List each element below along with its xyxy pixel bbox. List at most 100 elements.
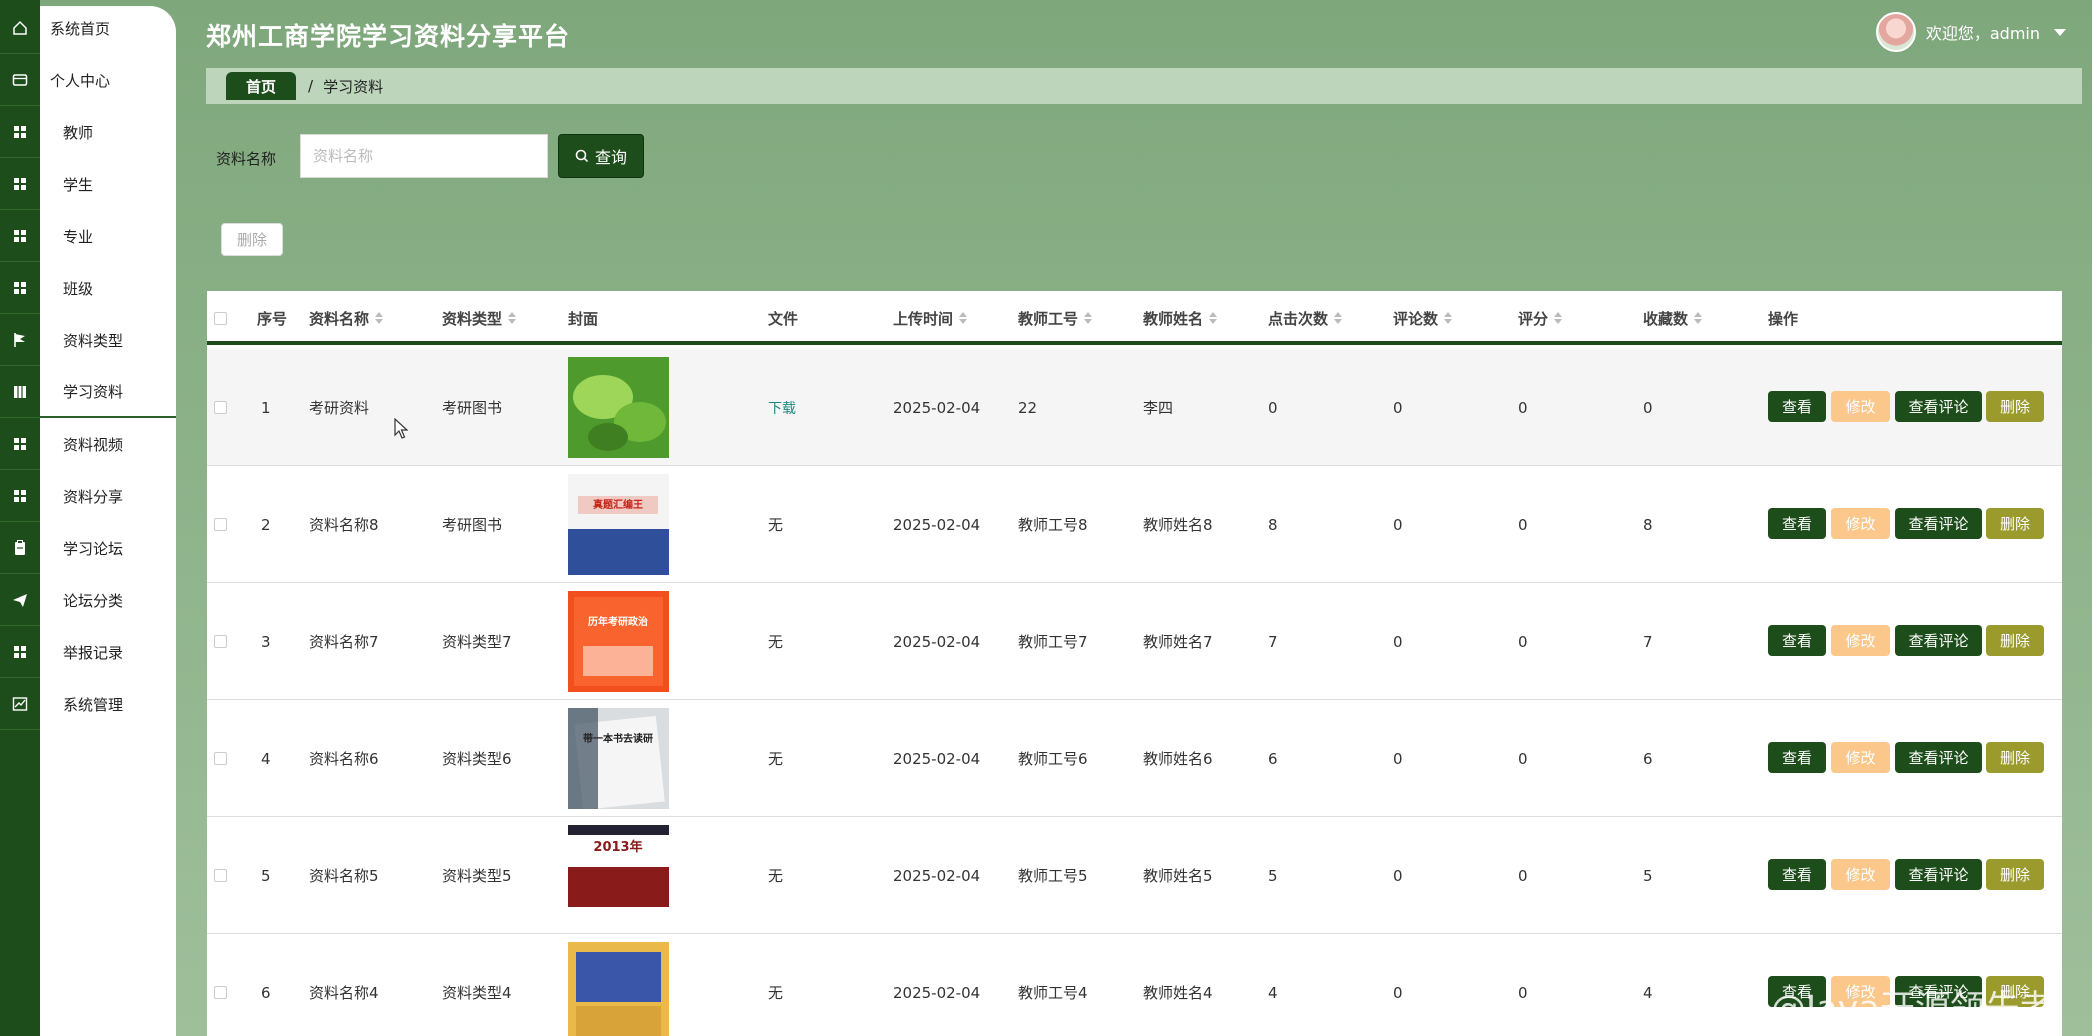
column-header[interactable]: 教师姓名 xyxy=(1143,291,1218,345)
sort-icon[interactable] xyxy=(1554,312,1563,324)
rail-item-7[interactable] xyxy=(0,366,40,418)
view-comments-button[interactable]: 查看评论 xyxy=(1895,508,1982,539)
row-checkbox[interactable] xyxy=(214,349,227,466)
sidebar-item-0[interactable]: 系统首页 xyxy=(40,2,176,54)
rail-item-10[interactable] xyxy=(0,522,40,574)
row-checkbox[interactable] xyxy=(214,817,227,934)
column-header[interactable]: 资料名称 xyxy=(309,291,384,345)
rail-item-11[interactable] xyxy=(0,574,40,626)
cover-image[interactable]: 带一本书去读研 xyxy=(568,708,669,809)
sidebar-item-9[interactable]: 资料分享 xyxy=(40,470,176,522)
view-comments-button[interactable]: 查看评论 xyxy=(1895,859,1982,890)
download-link[interactable]: 下载 xyxy=(768,349,796,466)
breadcrumb-home[interactable]: 首页 xyxy=(226,72,297,100)
checkbox-box[interactable] xyxy=(214,635,227,648)
column-header[interactable]: 评分 xyxy=(1518,291,1563,345)
view-button[interactable]: 查看 xyxy=(1768,625,1826,656)
delete-button[interactable]: 删除 xyxy=(1986,625,2044,656)
batch-delete-button[interactable]: 删除 xyxy=(221,223,283,256)
table-row[interactable]: 4 资料名称6 资料类型6 带一本书去读研无 2025-02-04 教师工号6 教师姓名6 6… xyxy=(207,700,2062,817)
rail-item-5[interactable] xyxy=(0,262,40,314)
checkbox-box[interactable] xyxy=(214,518,227,531)
sidebar-item-2[interactable]: 教师 xyxy=(40,106,176,158)
rail-item-1[interactable] xyxy=(0,54,40,106)
cell-comments: 0 xyxy=(1393,866,1403,885)
rail-item-13[interactable] xyxy=(0,678,40,730)
checkbox-box[interactable] xyxy=(214,401,227,414)
sort-icon[interactable] xyxy=(1084,312,1093,324)
view-button[interactable]: 查看 xyxy=(1768,859,1826,890)
delete-button[interactable]: 删除 xyxy=(1986,391,2044,422)
view-button[interactable]: 查看 xyxy=(1768,391,1826,422)
checkbox-box[interactable] xyxy=(214,986,227,999)
sidebar-item-11[interactable]: 论坛分类 xyxy=(40,574,176,626)
checkbox-box[interactable] xyxy=(214,869,227,882)
rail-item-3[interactable] xyxy=(0,158,40,210)
rail-item-9[interactable] xyxy=(0,470,40,522)
delete-button[interactable]: 删除 xyxy=(1986,859,2044,890)
cover-image[interactable]: 2013年 xyxy=(568,825,669,926)
sidebar-item-3[interactable]: 学生 xyxy=(40,158,176,210)
sort-icon[interactable] xyxy=(508,312,517,324)
column-header[interactable]: 收藏数 xyxy=(1643,291,1703,345)
search-button[interactable]: 查询 xyxy=(558,134,644,178)
view-button[interactable]: 查看 xyxy=(1768,508,1826,539)
edit-button[interactable]: 修改 xyxy=(1831,625,1890,656)
row-checkbox[interactable] xyxy=(214,700,227,817)
sidebar-item-7[interactable]: 学习资料 xyxy=(40,366,176,418)
sidebar-item-12[interactable]: 举报记录 xyxy=(40,626,176,678)
view-comments-button[interactable]: 查看评论 xyxy=(1895,742,1982,773)
rail-item-4[interactable] xyxy=(0,210,40,262)
sort-icon[interactable] xyxy=(375,312,384,324)
column-header[interactable]: 资料类型 xyxy=(442,291,517,345)
rail-item-0[interactable] xyxy=(0,2,40,54)
rail-item-2[interactable] xyxy=(0,106,40,158)
cover-image[interactable]: 真题汇编王 xyxy=(568,474,669,575)
edit-button[interactable]: 修改 xyxy=(1831,391,1890,422)
row-checkbox[interactable] xyxy=(214,934,227,1036)
sort-icon[interactable] xyxy=(1444,312,1453,324)
checkbox-box[interactable] xyxy=(214,311,227,325)
edit-button[interactable]: 修改 xyxy=(1831,508,1890,539)
sort-icon[interactable] xyxy=(1209,312,1218,324)
column-header[interactable]: 教师工号 xyxy=(1018,291,1093,345)
column-header[interactable]: 评论数 xyxy=(1393,291,1453,345)
sidebar-item-8[interactable]: 资料视频 xyxy=(40,418,176,470)
cover-image[interactable] xyxy=(568,942,669,1036)
edit-button[interactable]: 修改 xyxy=(1831,742,1890,773)
delete-button[interactable]: 删除 xyxy=(1986,508,2044,539)
edit-button[interactable]: 修改 xyxy=(1831,859,1890,890)
column-header[interactable]: 上传时间 xyxy=(893,291,968,345)
rail-item-8[interactable] xyxy=(0,418,40,470)
row-checkbox[interactable] xyxy=(214,583,227,700)
column-header[interactable]: 点击次数 xyxy=(1268,291,1343,345)
chevron-down-icon[interactable] xyxy=(2054,28,2066,36)
sidebar-item-1[interactable]: 个人中心 xyxy=(40,54,176,106)
view-comments-button[interactable]: 查看评论 xyxy=(1895,391,1982,422)
checkbox-box[interactable] xyxy=(214,752,227,765)
rail-item-12[interactable] xyxy=(0,626,40,678)
search-input[interactable] xyxy=(300,134,548,178)
sidebar-item-4[interactable]: 专业 xyxy=(40,210,176,262)
delete-button[interactable]: 删除 xyxy=(1986,742,2044,773)
sidebar-item-13[interactable]: 系统管理 xyxy=(40,678,176,730)
table-row[interactable]: 5 资料名称5 资料类型5 2013年无 2025-02-04 教师工号5 教师姓名5 5 0 0… xyxy=(207,817,2062,934)
avatar[interactable] xyxy=(1875,12,1916,52)
user-menu[interactable]: 欢迎您，admin xyxy=(1875,12,2066,52)
sort-icon[interactable] xyxy=(1334,312,1343,324)
sidebar-item-5[interactable]: 班级 xyxy=(40,262,176,314)
cover-image[interactable]: 历年考研政治 xyxy=(568,591,669,692)
sidebar-item-6[interactable]: 资料类型 xyxy=(40,314,176,366)
table-row[interactable]: 2 资料名称8 考研图书 真题汇编王无 2025-02-04 教师工号8 教师姓名8 8 0 0 8… xyxy=(207,466,2062,583)
select-all-checkbox[interactable] xyxy=(214,291,227,345)
sidebar-item-10[interactable]: 学习论坛 xyxy=(40,522,176,574)
cover-image[interactable] xyxy=(568,357,669,458)
sort-icon[interactable] xyxy=(959,312,968,324)
row-checkbox[interactable] xyxy=(214,466,227,583)
table-row[interactable]: 3 资料名称7 资料类型7 历年考研政治无 2025-02-04 教师工号7 教师姓名7 7 0… xyxy=(207,583,2062,700)
view-button[interactable]: 查看 xyxy=(1768,742,1826,773)
rail-item-6[interactable] xyxy=(0,314,40,366)
view-comments-button[interactable]: 查看评论 xyxy=(1895,625,1982,656)
table-row[interactable]: 1 考研资料 考研图书 下载 2025-02-04 22 李四 0 0 0 0 查看 修改 查看评论 删除 xyxy=(207,349,2062,466)
sort-icon[interactable] xyxy=(1694,312,1703,324)
